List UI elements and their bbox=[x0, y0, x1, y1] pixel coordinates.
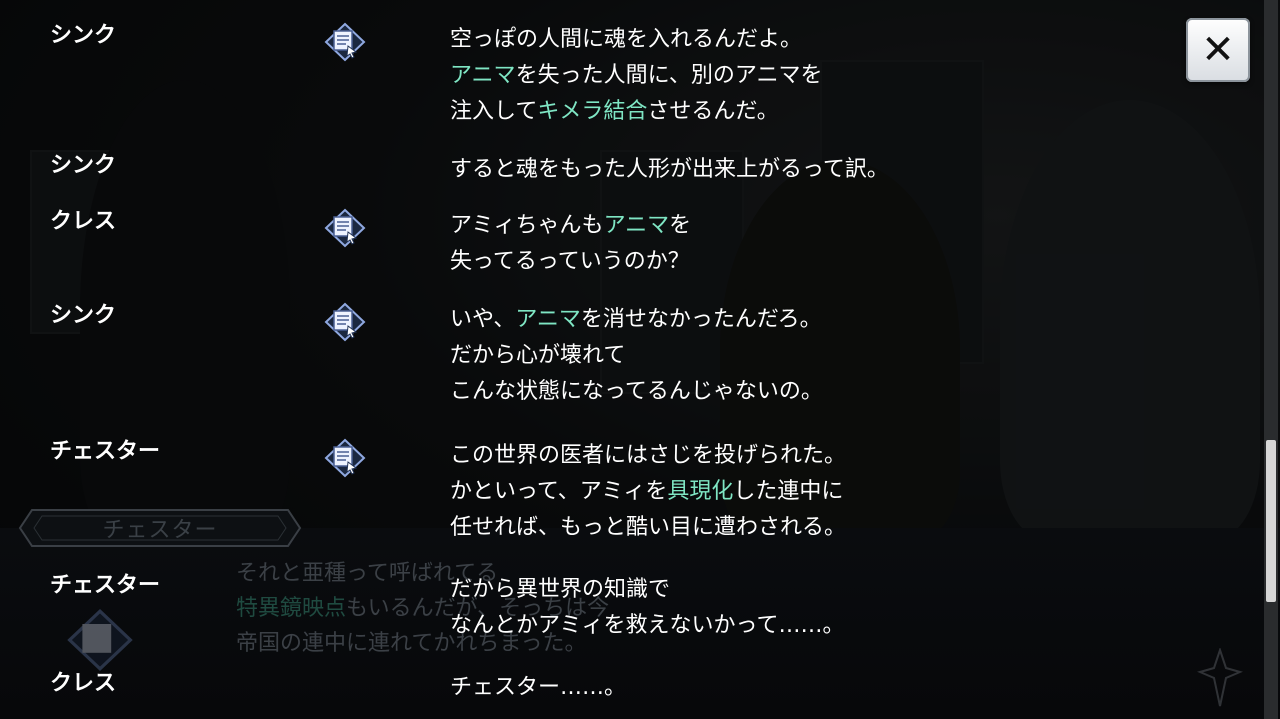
dialogue-segment: 任せれば、もっと酷い目に遭わされる。 bbox=[450, 515, 847, 540]
dialogue-segment: 失ってるっていうのか？ bbox=[450, 249, 690, 274]
dialogue-segment: を bbox=[669, 213, 692, 238]
dialogue-line: 失ってるっていうのか？ bbox=[450, 244, 691, 280]
dialogue-segment: この世界の医者にはさじを投げられた。 bbox=[450, 443, 847, 468]
dialogue-text: すると魂をもった人形が出来上がるって訳。 bbox=[450, 152, 889, 188]
glossary-term: 具現化 bbox=[667, 479, 734, 504]
dialogue-line: かといって、アミィを具現化した連中に bbox=[450, 474, 846, 510]
dialogue-segment: かといって、アミィを bbox=[450, 479, 668, 504]
dialogue-segment: だから異世界の知識で bbox=[450, 577, 671, 602]
close-button[interactable]: ✕ bbox=[1186, 18, 1250, 82]
scrollbar-track[interactable] bbox=[1264, 0, 1278, 719]
backlog: シンク 空っぽの人間に魂を入れるんだよ。 アニマを失った人間に、別のアニマを 注入して… bbox=[0, 0, 1260, 719]
speaker-name: シンク bbox=[50, 23, 117, 48]
voice-replay-icon[interactable] bbox=[322, 208, 368, 248]
dialogue-segment: だから心が壊れて bbox=[450, 343, 626, 368]
dialogue-line: だから心が壊れて bbox=[450, 338, 823, 374]
speaker-name: チェスター bbox=[50, 573, 161, 598]
dialogue-segment: アミィちゃんも bbox=[450, 213, 604, 238]
dialogue-line: アニマを失った人間に、別のアニマを bbox=[450, 58, 822, 94]
dialogue-line: 空っぽの人間に魂を入れるんだよ。 bbox=[450, 22, 822, 58]
voice-replay-icon[interactable] bbox=[322, 438, 368, 478]
voice-replay-icon[interactable] bbox=[322, 302, 368, 342]
dialogue-line: アミィちゃんもアニマを bbox=[450, 208, 691, 244]
dialogue-segment: 空っぽの人間に魂を入れるんだよ。 bbox=[450, 27, 803, 52]
dialogue-text: 空っぽの人間に魂を入れるんだよ。 アニマを失った人間に、別のアニマを 注入してキメラ… bbox=[450, 22, 822, 130]
dialogue-text: この世界の医者にはさじを投げられた。 かといって、アミィを具現化した連中に 任せれば… bbox=[450, 438, 846, 546]
speaker-name: シンク bbox=[50, 153, 117, 178]
glossary-term: アニマ bbox=[450, 63, 516, 88]
dialogue-segment: チェスター……。 bbox=[450, 675, 627, 700]
glossary-term: アニマ bbox=[515, 307, 581, 332]
dialogue-segment: を失った人間に、別のアニマを bbox=[515, 63, 823, 88]
dialogue-line: 注入してキメラ結合させるんだ。 bbox=[450, 94, 822, 130]
dialogue-text: チェスター……。 bbox=[450, 670, 626, 706]
dialogue-line: だから異世界の知識で bbox=[450, 572, 844, 608]
dialogue-segment: した連中に bbox=[733, 479, 844, 504]
dialogue-line: 任せれば、もっと酷い目に遭わされる。 bbox=[450, 510, 846, 546]
dialogue-line: こんな状態になってるんじゃないの。 bbox=[450, 374, 823, 410]
speaker-name: クレス bbox=[50, 209, 117, 234]
dialogue-line: この世界の医者にはさじを投げられた。 bbox=[450, 438, 846, 474]
close-icon: ✕ bbox=[1201, 27, 1235, 73]
speaker-name: チェスター bbox=[50, 439, 161, 464]
dialogue-segment: いや、 bbox=[450, 307, 516, 332]
dialogue-text: いや、アニマを消せなかったんだろ。だから心が壊れてこんな状態になってるんじゃない… bbox=[450, 302, 823, 410]
voice-replay-icon[interactable] bbox=[322, 22, 368, 62]
dialogue-segment: こんな状態になってるんじゃないの。 bbox=[450, 379, 823, 404]
dialogue-segment: させるんだ。 bbox=[647, 99, 779, 124]
glossary-term: アニマ bbox=[603, 213, 670, 238]
dialogue-line: チェスター……。 bbox=[450, 670, 626, 706]
dialogue-text: だから異世界の知識でなんとかアミィを救えないかって……。 bbox=[450, 572, 844, 644]
dialogue-line: なんとかアミィを救えないかって……。 bbox=[450, 608, 844, 644]
dialogue-line: いや、アニマを消せなかったんだろ。 bbox=[450, 302, 823, 338]
dialogue-segment: なんとかアミィを救えないかって……。 bbox=[450, 613, 845, 638]
dialogue-segment: 注入して bbox=[450, 99, 538, 124]
speaker-name: シンク bbox=[50, 303, 117, 328]
glossary-term: キメラ結合 bbox=[537, 99, 648, 124]
dialogue-segment: を消せなかったんだろ。 bbox=[580, 307, 822, 332]
scrollbar-thumb[interactable] bbox=[1266, 440, 1276, 602]
dialogue-segment: すると魂をもった人形が出来上がるって訳。 bbox=[450, 157, 889, 182]
dialogue-line: すると魂をもった人形が出来上がるって訳。 bbox=[450, 152, 889, 188]
dialogue-text: アミィちゃんもアニマを失ってるっていうのか？ bbox=[450, 208, 691, 280]
speaker-name: クレス bbox=[50, 671, 117, 696]
